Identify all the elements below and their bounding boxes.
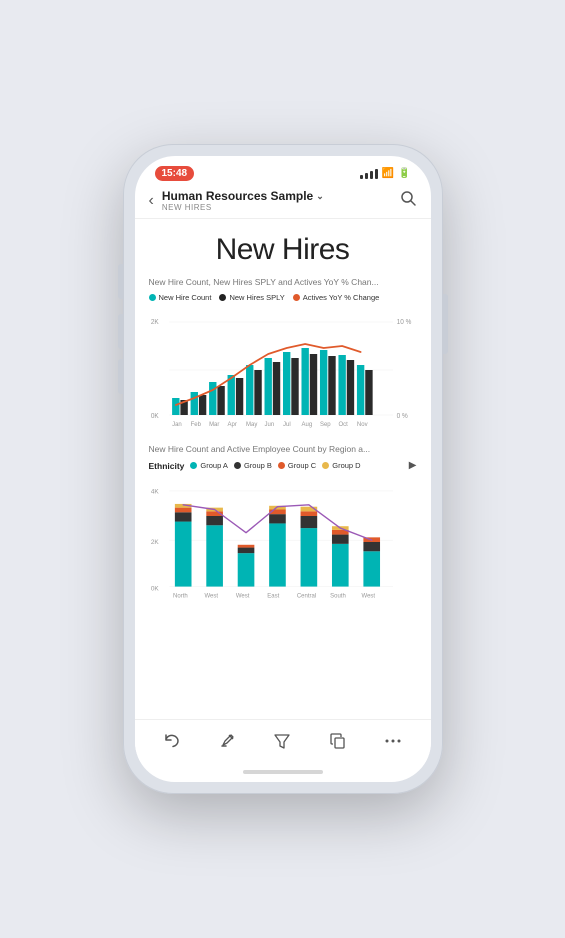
ethnicity-label: Ethnicity bbox=[149, 461, 185, 471]
chart1-section: New Hire Count, New Hires SPLY and Activ… bbox=[135, 277, 431, 444]
chart2-canvas: 4K 2K 0K bbox=[149, 477, 417, 607]
more-icon bbox=[382, 730, 404, 752]
toolbar bbox=[135, 719, 431, 762]
legend-dot-teal bbox=[149, 294, 156, 301]
legend-item-group-a: Group A bbox=[190, 461, 228, 470]
svg-text:0 %: 0 % bbox=[396, 413, 407, 420]
svg-text:East: East bbox=[267, 594, 279, 600]
svg-text:Aug: Aug bbox=[301, 421, 312, 428]
svg-text:2K: 2K bbox=[150, 539, 159, 546]
undo-icon bbox=[161, 730, 183, 752]
legend-item-group-d: Group D bbox=[322, 461, 360, 470]
svg-text:West: West bbox=[204, 594, 218, 600]
svg-text:Central: Central bbox=[296, 594, 315, 600]
svg-text:Jun: Jun bbox=[264, 421, 274, 428]
more-button[interactable] bbox=[376, 728, 410, 754]
highlighter-button[interactable] bbox=[210, 728, 244, 754]
legend-label-yoy: Actives YoY % Change bbox=[303, 293, 380, 302]
copy-icon bbox=[327, 730, 349, 752]
svg-text:Apr: Apr bbox=[227, 421, 236, 428]
legend-dot-orange bbox=[293, 294, 300, 301]
highlighter-icon bbox=[216, 730, 238, 752]
phone-frame: 15:48 📶 🔋 ‹ Human Resources Sample ⌄ bbox=[123, 144, 443, 794]
chart2-title: New Hire Count and Active Employee Count… bbox=[149, 444, 417, 455]
chart2-section: New Hire Count and Active Employee Count… bbox=[135, 444, 431, 621]
legend-dot-group-b bbox=[234, 462, 241, 469]
status-time: 15:48 bbox=[155, 166, 195, 181]
svg-text:West: West bbox=[361, 594, 375, 600]
svg-text:Feb: Feb bbox=[190, 421, 201, 428]
chart1-svg: 2K 0K 10 % 0 % bbox=[149, 310, 417, 430]
home-indicator bbox=[135, 762, 431, 782]
phone-screen: 15:48 📶 🔋 ‹ Human Resources Sample ⌄ bbox=[135, 156, 431, 782]
chart2-svg: 4K 2K 0K bbox=[149, 477, 417, 607]
chart1-canvas: 2K 0K 10 % 0 % bbox=[149, 310, 417, 430]
svg-text:4K: 4K bbox=[150, 489, 159, 496]
copy-button[interactable] bbox=[321, 728, 355, 754]
page-content: New Hires New Hire Count, New Hires SPLY… bbox=[135, 219, 431, 719]
status-bar: 15:48 📶 🔋 bbox=[135, 156, 431, 185]
svg-text:Oct: Oct bbox=[338, 421, 348, 428]
filter-button[interactable] bbox=[265, 728, 299, 754]
page-title: New Hires bbox=[135, 219, 431, 277]
svg-text:North: North bbox=[173, 594, 188, 600]
svg-text:10 %: 10 % bbox=[396, 319, 411, 326]
legend-item-sply: New Hires SPLY bbox=[219, 293, 284, 302]
svg-text:Mar: Mar bbox=[209, 421, 219, 428]
chart1-legend: New Hire Count New Hires SPLY Actives Yo… bbox=[149, 293, 417, 302]
legend-label-group-d: Group D bbox=[332, 461, 360, 470]
wifi-icon: 📶 bbox=[382, 168, 394, 179]
status-icons: 📶 🔋 bbox=[360, 168, 411, 179]
legend-item-new-hire-count: New Hire Count bbox=[149, 293, 212, 302]
svg-text:West: West bbox=[235, 594, 249, 600]
svg-text:Jul: Jul bbox=[283, 421, 291, 428]
ethnicity-row: Ethnicity Group A Group B Group C bbox=[149, 460, 417, 471]
legend-dot-dark bbox=[219, 294, 226, 301]
svg-text:South: South bbox=[330, 594, 346, 600]
nav-title: Human Resources Sample ⌄ bbox=[162, 189, 399, 203]
svg-text:0K: 0K bbox=[150, 413, 158, 420]
chart1-title: New Hire Count, New Hires SPLY and Activ… bbox=[149, 277, 417, 288]
legend-label-group-b: Group B bbox=[244, 461, 272, 470]
legend-dot-group-a bbox=[190, 462, 197, 469]
legend-item-group-b: Group B bbox=[234, 461, 272, 470]
nav-title-text: Human Resources Sample bbox=[162, 189, 313, 203]
legend-label-new-hire-count: New Hire Count bbox=[159, 293, 212, 302]
legend-label-group-c: Group C bbox=[288, 461, 316, 470]
svg-text:Sep: Sep bbox=[319, 421, 330, 428]
legend-item-group-c: Group C bbox=[278, 461, 316, 470]
home-bar bbox=[243, 770, 323, 774]
svg-text:2K: 2K bbox=[150, 319, 158, 326]
svg-text:Jan: Jan bbox=[172, 421, 182, 428]
legend-label-group-a: Group A bbox=[200, 461, 228, 470]
search-button[interactable] bbox=[399, 189, 417, 212]
nav-chevron-icon[interactable]: ⌄ bbox=[316, 191, 324, 202]
undo-button[interactable] bbox=[155, 728, 189, 754]
legend-dot-group-d bbox=[322, 462, 329, 469]
battery-icon: 🔋 bbox=[398, 168, 410, 179]
signal-icon bbox=[360, 169, 378, 179]
svg-text:0K: 0K bbox=[150, 585, 159, 592]
nav-title-group: Human Resources Sample ⌄ NEW HIRES bbox=[162, 189, 399, 212]
svg-text:Nov: Nov bbox=[356, 421, 368, 428]
svg-text:May: May bbox=[246, 421, 258, 428]
legend-dot-group-c bbox=[278, 462, 285, 469]
filter-icon bbox=[271, 730, 293, 752]
back-button[interactable]: ‹ bbox=[149, 192, 154, 210]
legend-label-sply: New Hires SPLY bbox=[229, 293, 284, 302]
nav-subtitle: NEW HIRES bbox=[162, 203, 399, 212]
scroll-right-icon[interactable]: ▶ bbox=[409, 460, 417, 471]
nav-bar: ‹ Human Resources Sample ⌄ NEW HIRES bbox=[135, 185, 431, 219]
legend-item-yoy: Actives YoY % Change bbox=[293, 293, 380, 302]
